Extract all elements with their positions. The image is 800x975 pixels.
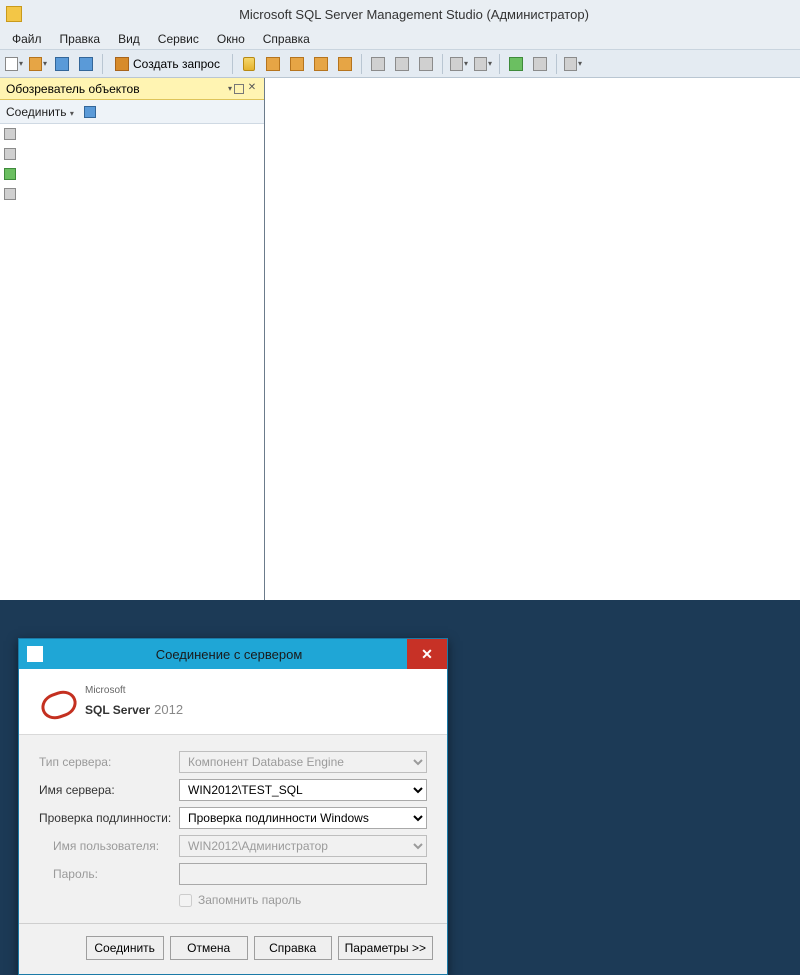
server-name-label: Имя сервера:: [39, 783, 179, 797]
find-icon[interactable]: ▾: [563, 54, 583, 74]
oe-connect-icon[interactable]: [80, 102, 100, 122]
pin-icon[interactable]: [234, 84, 244, 94]
sql-server-logo: Microsoft SQL Server 2012: [39, 686, 183, 718]
undo-icon[interactable]: ▾: [449, 54, 469, 74]
save-icon[interactable]: [52, 54, 72, 74]
menu-file[interactable]: Файл: [4, 30, 50, 48]
dialog-banner: Microsoft SQL Server 2012: [19, 669, 447, 735]
copy-icon[interactable]: [392, 54, 412, 74]
db-engine-query-icon[interactable]: [239, 54, 259, 74]
oe-stop-icon[interactable]: [0, 144, 20, 164]
close-panel-icon[interactable]: ✕: [246, 83, 258, 95]
help-button[interactable]: Справка: [254, 936, 332, 960]
server-type-select: Компонент Database Engine: [179, 751, 427, 773]
dialog-form: Тип сервера: Компонент Database Engine И…: [19, 735, 447, 915]
paste-icon[interactable]: [416, 54, 436, 74]
mdx-query-icon[interactable]: [287, 54, 307, 74]
connect-dropdown[interactable]: Соединить ▾: [6, 105, 74, 119]
remember-password-label: Запомнить пароль: [198, 893, 301, 907]
dialog-close-button[interactable]: ✕: [407, 639, 447, 669]
menu-bar: Файл Правка Вид Сервис Окно Справка: [0, 28, 800, 50]
server-type-label: Тип сервера:: [39, 755, 179, 769]
dmx-query-icon[interactable]: [311, 54, 331, 74]
oe-filter-icon[interactable]: [0, 164, 20, 184]
oe-refresh-icon[interactable]: [0, 184, 20, 204]
sql-server-logo-icon: [39, 688, 75, 716]
options-button[interactable]: Параметры >>: [338, 936, 433, 960]
server-name-select[interactable]: WIN2012\TEST_SQL: [179, 779, 427, 801]
username-label: Имя пользователя:: [39, 839, 179, 853]
connect-dialog: Соединение с сервером ✕ Microsoft SQL Se…: [18, 638, 448, 975]
analysis-query-icon[interactable]: [263, 54, 283, 74]
dialog-button-row: Соединить Отмена Справка Параметры >>: [19, 924, 447, 974]
registered-servers-icon[interactable]: [530, 54, 550, 74]
object-explorer-toolbar: Соединить ▾: [0, 100, 264, 124]
object-explorer-title: Обозреватель объектов: [6, 82, 140, 96]
panel-menu-icon[interactable]: ▾: [228, 84, 232, 93]
auth-select[interactable]: Проверка подлинности Windows: [179, 807, 427, 829]
menu-window[interactable]: Окно: [209, 30, 253, 48]
window-title: Microsoft SQL Server Management Studio (…: [28, 7, 800, 22]
logo-microsoft: Microsoft: [85, 686, 183, 696]
menu-help[interactable]: Справка: [255, 30, 318, 48]
dialog-title: Соединение с сервером: [51, 647, 407, 662]
oe-disconnect-icon[interactable]: [0, 124, 20, 144]
username-select: WIN2012\Администратор: [179, 835, 427, 857]
redo-icon[interactable]: ▾: [473, 54, 493, 74]
dialog-icon: [27, 646, 43, 662]
menu-edit[interactable]: Правка: [52, 30, 109, 48]
password-input: [179, 863, 427, 885]
new-query-button[interactable]: Создать запрос: [109, 57, 226, 71]
activity-monitor-icon[interactable]: [506, 54, 526, 74]
object-explorer-header: Обозреватель объектов ▾ ✕: [0, 78, 264, 100]
menu-tools[interactable]: Сервис: [150, 30, 207, 48]
cut-icon[interactable]: [368, 54, 388, 74]
connect-label: Соединить: [6, 105, 67, 119]
menu-view[interactable]: Вид: [110, 30, 148, 48]
title-bar: Microsoft SQL Server Management Studio (…: [0, 0, 800, 28]
main-toolbar: ▾ ▾ Создать запрос ▾ ▾ ▾: [0, 50, 800, 78]
object-explorer-tree[interactable]: [265, 78, 800, 600]
open-icon[interactable]: ▾: [28, 54, 48, 74]
auth-label: Проверка подлинности:: [39, 811, 179, 825]
app-icon: [6, 6, 22, 22]
connect-button[interactable]: Соединить: [86, 936, 164, 960]
logo-product: SQL Server: [85, 703, 150, 717]
save-all-icon[interactable]: [76, 54, 96, 74]
logo-year: 2012: [154, 702, 183, 717]
dialog-title-bar[interactable]: Соединение с сервером ✕: [19, 639, 447, 669]
new-query-label: Создать запрос: [133, 57, 220, 71]
cancel-button[interactable]: Отмена: [170, 936, 248, 960]
xmla-query-icon[interactable]: [335, 54, 355, 74]
object-explorer-panel: Обозреватель объектов ▾ ✕ Соединить ▾: [0, 78, 265, 600]
remember-password-checkbox: [179, 894, 192, 907]
password-label: Пароль:: [39, 867, 179, 881]
new-project-icon[interactable]: ▾: [4, 54, 24, 74]
new-query-icon: [115, 57, 129, 71]
